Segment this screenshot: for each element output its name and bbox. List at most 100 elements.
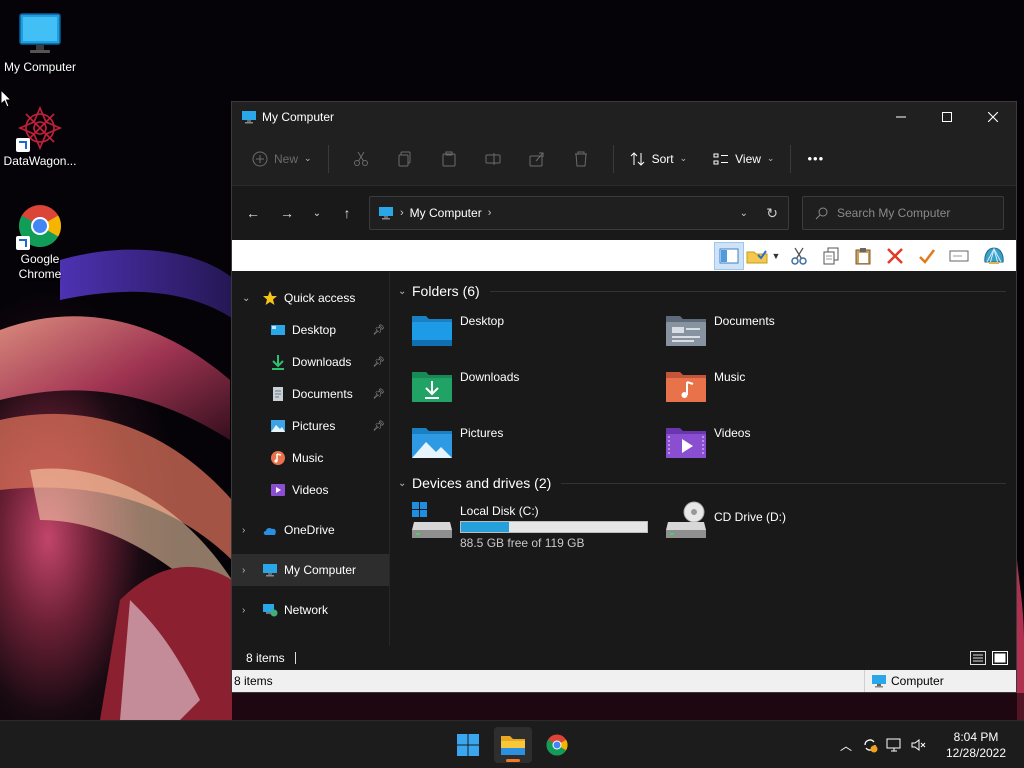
chevron-down-icon: ⌄ xyxy=(398,477,407,489)
minimize-button[interactable] xyxy=(878,102,924,132)
sidebar-item-music[interactable]: Music xyxy=(232,442,389,474)
rename-button[interactable] xyxy=(479,143,507,175)
checkmark-icon xyxy=(919,248,935,264)
navigation-pane-button[interactable] xyxy=(714,241,744,270)
forward-button[interactable]: → xyxy=(270,197,304,229)
taskbar-chrome[interactable] xyxy=(538,727,576,763)
folder-tile-videos[interactable]: Videos xyxy=(664,422,918,466)
sidebar-item-network[interactable]: › Network xyxy=(232,594,389,626)
music-folder-icon xyxy=(666,372,706,402)
update-status-button[interactable] xyxy=(858,733,882,757)
delete-x-icon xyxy=(887,247,903,264)
up-button[interactable]: ↑ xyxy=(330,197,364,229)
classic-rename-button[interactable] xyxy=(944,242,974,270)
sidebar-item-desktop[interactable]: Desktop 📌︎ xyxy=(232,314,389,346)
close-button[interactable] xyxy=(970,102,1016,132)
refresh-icon[interactable]: ↻ xyxy=(766,205,778,222)
sidebar-item-downloads[interactable]: Downloads 📌︎ xyxy=(232,346,389,378)
download-arrow-icon xyxy=(272,355,284,370)
classic-cut-button[interactable] xyxy=(784,242,814,270)
folder-tile-downloads[interactable]: Downloads xyxy=(410,366,664,410)
taskbar-file-explorer[interactable] xyxy=(494,727,532,763)
sidebar-item-onedrive[interactable]: › OneDrive xyxy=(232,514,389,546)
monitor-icon xyxy=(379,207,393,220)
maximize-button[interactable] xyxy=(924,102,970,132)
layout-toggle xyxy=(970,651,1008,665)
windows-logo-icon xyxy=(457,734,479,756)
folder-tile-music[interactable]: Music xyxy=(664,366,918,410)
desktop-icon-datawagon[interactable]: DataWagon... xyxy=(0,104,80,169)
sidebar-item-pictures[interactable]: Pictures 📌︎ xyxy=(232,410,389,442)
folder-name: Documents xyxy=(714,314,775,328)
hard-drive-icon xyxy=(412,502,452,538)
share-button[interactable] xyxy=(523,143,551,175)
select-options-dropdown[interactable]: ▼ xyxy=(770,242,782,270)
breadcrumb-my-computer[interactable]: My Computer xyxy=(410,206,482,220)
address-bar[interactable]: › My Computer › ⌄ ↻ xyxy=(369,196,789,230)
new-button[interactable]: New ⌄ xyxy=(246,143,318,175)
search-input[interactable] xyxy=(837,206,997,220)
back-button[interactable]: ← xyxy=(236,197,270,229)
desktop-icon-label: Google Chrome xyxy=(18,252,62,281)
sync-icon xyxy=(864,739,878,753)
document-icon xyxy=(273,387,283,401)
desktop-icon-google-chrome[interactable]: Google Chrome xyxy=(0,202,80,282)
view-button[interactable]: View ⌄ xyxy=(707,143,780,175)
arrow-right-icon: → xyxy=(280,205,294,221)
drives-group-header[interactable]: ⌄ Devices and drives (2) xyxy=(398,472,1016,494)
navigation-pane: ⌄ Quick access Desktop 📌︎ Downloads 📌︎ D… xyxy=(232,272,390,646)
close-icon xyxy=(988,112,998,122)
rename-icon xyxy=(949,250,969,261)
sidebar-item-label: Documents xyxy=(292,387,353,401)
classic-properties-button[interactable] xyxy=(912,242,942,270)
group-title: Devices and drives (2) xyxy=(412,475,552,491)
toolbar-separator xyxy=(327,144,329,173)
folder-tile-desktop[interactable]: Desktop xyxy=(410,310,664,354)
select-options-button[interactable] xyxy=(746,242,768,270)
tiles-view-icon[interactable] xyxy=(992,651,1008,665)
paste-button[interactable] xyxy=(435,143,463,175)
desktop-icon-label: My Computer xyxy=(3,60,77,74)
classic-delete-button[interactable] xyxy=(880,242,910,270)
sidebar-item-quick-access[interactable]: ⌄ Quick access xyxy=(232,282,389,314)
classic-paste-button[interactable] xyxy=(848,242,878,270)
drive-tile-d[interactable]: CD Drive (D:) xyxy=(664,500,918,544)
sidebar-item-documents[interactable]: Documents 📌︎ xyxy=(232,378,389,410)
cut-button[interactable] xyxy=(347,143,375,175)
delete-button[interactable] xyxy=(567,143,595,175)
sidebar-item-label: Desktop xyxy=(292,323,337,337)
address-dropdown-icon[interactable]: ⌄ xyxy=(740,208,748,219)
breadcrumb-chevron-icon[interactable]: › xyxy=(488,207,492,219)
folder-tile-pictures[interactable]: Pictures xyxy=(410,422,664,466)
chevron-right-icon: › xyxy=(242,604,246,616)
recent-locations-button[interactable]: ⌄ xyxy=(304,197,330,229)
view-list-icon xyxy=(713,153,729,164)
share-icon xyxy=(529,152,544,166)
star-icon xyxy=(263,291,277,305)
explorer-window: My Computer New ⌄ Sort ⌄ View ⌄ ••• ← → … xyxy=(231,101,1017,693)
window-titlebar[interactable]: My Computer xyxy=(232,102,1016,132)
sidebar-item-my-computer[interactable]: › My Computer xyxy=(232,554,389,586)
sidebar-item-label: Downloads xyxy=(292,355,352,369)
folder-tile-documents[interactable]: Documents xyxy=(664,310,918,354)
classic-shell-button[interactable] xyxy=(976,242,1012,270)
file-list-pane: ⌄ Folders (6) Desktop Documents Download… xyxy=(390,272,1016,646)
desktop-icon-my-computer[interactable]: My Computer xyxy=(0,10,80,75)
minimize-icon xyxy=(896,116,906,118)
classic-copy-button[interactable] xyxy=(816,242,846,270)
sidebar-item-videos[interactable]: Videos xyxy=(232,474,389,506)
network-status-button[interactable] xyxy=(882,733,906,757)
copy-button[interactable] xyxy=(391,143,419,175)
more-options-button[interactable]: ••• xyxy=(801,143,830,175)
taskbar-clock[interactable]: 8:04 PM 12/28/2022 xyxy=(936,729,1016,761)
folders-group-header[interactable]: ⌄ Folders (6) xyxy=(398,280,1016,302)
start-button[interactable] xyxy=(449,727,487,763)
sidebar-item-label: My Computer xyxy=(284,563,357,577)
drive-tile-c[interactable]: Local Disk (C:) 88.5 GB free of 119 GB xyxy=(410,500,664,550)
search-box[interactable] xyxy=(802,196,1004,230)
sort-button[interactable]: Sort ⌄ xyxy=(624,143,694,175)
details-view-icon[interactable] xyxy=(970,651,986,665)
show-hidden-icons-button[interactable]: ︿ xyxy=(834,733,858,757)
desktop-icon-label: DataWagon... xyxy=(3,154,77,168)
volume-button[interactable] xyxy=(906,733,930,757)
